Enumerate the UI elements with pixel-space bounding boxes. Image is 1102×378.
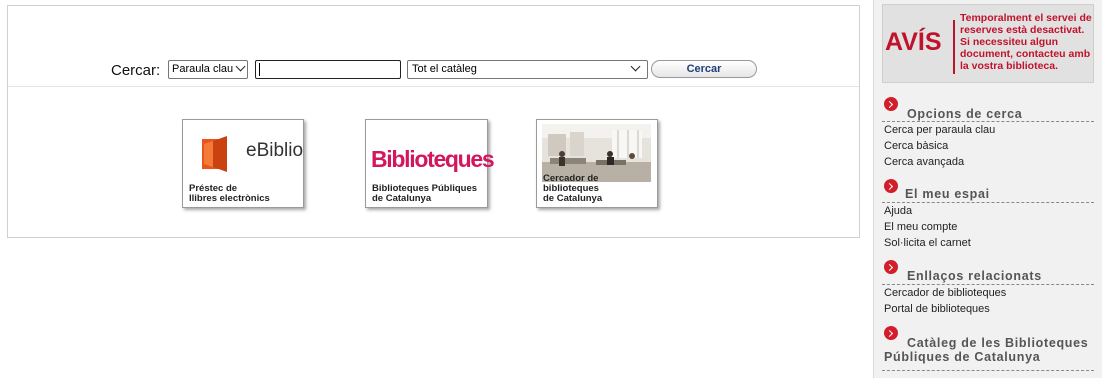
section-title: Opcions de cerca <box>907 107 1023 121</box>
section-cataleg: Catàleg de les Biblioteques Públiques de… <box>882 326 1094 371</box>
main-panel: Cercar: Paraula clau Tot el catàleg Cerc… <box>7 5 860 238</box>
search-bar: Cercar: Paraula clau Tot el catàleg Cerc… <box>8 56 859 87</box>
search-input[interactable] <box>255 60 401 79</box>
sidebar-link-cerca-avancada[interactable]: Cerca avançada <box>884 156 964 168</box>
notice-box: AVÍS Temporalment el servei de reserves … <box>882 4 1094 83</box>
ebiblio-logo-text: eBiblio <box>246 140 304 161</box>
sidebar: AVÍS Temporalment el servei de reserves … <box>873 0 1102 378</box>
biblioteques-logo: Biblioteques <box>371 146 495 172</box>
chevron-down-icon <box>630 61 641 72</box>
section-enllacos: Enllaços relacionats <box>882 260 1094 285</box>
search-label: Cercar: <box>111 62 161 79</box>
catalog-value: Tot el catàleg <box>412 63 477 75</box>
section-meu-espai: El meu espai <box>882 179 1094 203</box>
chevron-down-icon <box>235 61 246 72</box>
sidebar-link-sollicita-carnet[interactable]: Sol·licita el carnet <box>884 237 971 249</box>
arrow-right-circle-icon <box>884 260 898 274</box>
biblioteques-caption: Biblioteques Públiques de Catalunya <box>372 183 478 204</box>
catalog-select[interactable]: Tot el catàleg <box>407 60 648 79</box>
search-type-value: Paraula clau <box>172 63 234 75</box>
sidebar-link-cercador-biblioteques[interactable]: Cercador de biblioteques <box>884 287 1006 299</box>
search-type-select[interactable]: Paraula clau <box>168 60 248 79</box>
arrow-right-circle-icon <box>884 179 898 193</box>
section-opcions-cerca: Opcions de cerca <box>882 97 1094 122</box>
ebiblio-caption: Préstec de llibres electrònics <box>189 183 270 204</box>
cercador-caption: Cercador de biblioteques de Catalunya <box>543 173 603 204</box>
sidebar-link-ajuda[interactable]: Ajuda <box>884 205 912 217</box>
cercador-tile[interactable]: Cercador de biblioteques de Catalunya <box>536 119 658 208</box>
biblioteques-tile[interactable]: Biblioteques Biblioteques Públiques de C… <box>365 119 495 208</box>
notice-divider <box>953 20 955 74</box>
sidebar-link-portal-biblioteques[interactable]: Portal de biblioteques <box>884 303 990 315</box>
notice-title: AVÍS <box>885 28 942 56</box>
search-button[interactable]: Cercar <box>651 60 757 78</box>
section-title: Enllaços relacionats <box>907 269 1042 283</box>
arrow-right-circle-icon <box>884 97 898 111</box>
sidebar-link-cerca-paraula-clau[interactable]: Cerca per paraula clau <box>884 124 995 136</box>
sidebar-link-meu-compte[interactable]: El meu compte <box>884 221 957 233</box>
sidebar-link-cerca-basica[interactable]: Cerca bàsica <box>884 140 948 152</box>
text-caret <box>259 63 260 76</box>
ebiblio-logo: eBiblio <box>200 136 303 172</box>
ebook-icon <box>202 136 227 172</box>
section-title: Catàleg de les Biblioteques Públiques de… <box>884 336 1089 364</box>
section-title: El meu espai <box>905 187 990 201</box>
notice-text: Temporalment el servei de reserves està … <box>960 12 1092 72</box>
ebiblio-tile[interactable]: eBiblio Préstec de llibres electrònics <box>182 119 304 208</box>
